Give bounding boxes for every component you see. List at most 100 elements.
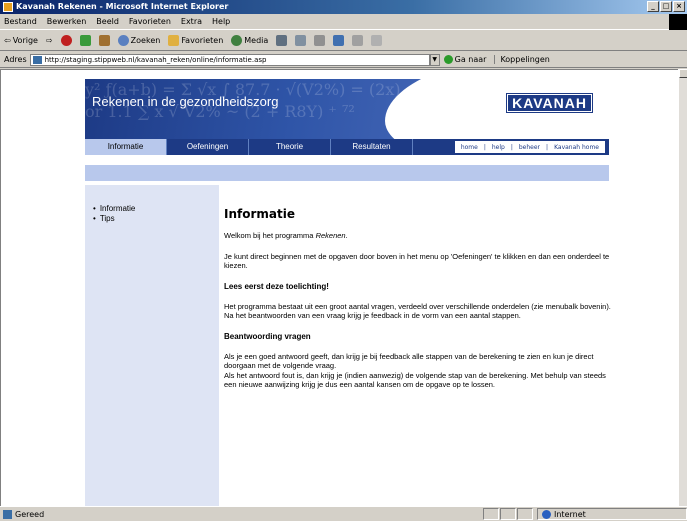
messenger-icon <box>371 35 383 46</box>
menu-beeld[interactable]: Beeld <box>96 17 119 26</box>
mail-icon <box>295 35 307 46</box>
link-beheer[interactable]: beheer <box>519 144 540 151</box>
edit-button[interactable] <box>333 35 345 46</box>
sidebar-item-tips[interactable]: Tips <box>93 214 219 224</box>
forward-arrow-icon: ⇨ <box>45 36 53 45</box>
ie-app-icon <box>3 2 13 12</box>
main-content: Informatie Welkom bij het programma Reke… <box>224 207 614 401</box>
edit-icon <box>333 35 345 46</box>
close-button[interactable]: × <box>673 1 685 12</box>
menu-extra[interactable]: Extra <box>181 17 202 26</box>
minimize-button[interactable]: _ <box>647 1 659 12</box>
status-panes <box>483 508 533 520</box>
menu-help[interactable]: Help <box>212 17 230 26</box>
favorites-button[interactable]: Favorieten <box>168 35 223 46</box>
media-label: Media <box>244 36 269 45</box>
address-dropdown-icon[interactable]: ▼ <box>429 53 440 66</box>
site-title: Rekenen in de gezondheidszorg <box>92 94 279 109</box>
vertical-scrollbar[interactable] <box>678 69 687 506</box>
page-title: Informatie <box>224 207 295 221</box>
link-help[interactable]: help <box>492 144 505 151</box>
page-icon <box>32 55 42 64</box>
favorites-label: Favorieten <box>181 36 224 45</box>
welcome-prefix: Welkom bij het programma <box>224 231 316 240</box>
beantwoording-text-1: Als je een goed antwoord geeft, dan krij… <box>224 351 594 371</box>
sidebar-item-informatie[interactable]: Informatie <box>93 204 219 214</box>
site-banner: y² ƒ(a+b) = Σ √x ∫ 87.7 · √(V2%) = (2x) o… <box>85 79 609 139</box>
print-icon <box>314 35 326 46</box>
window-titlebar: Kavanah Rekenen - Microsoft Internet Exp… <box>0 0 687 14</box>
kavanah-logo[interactable]: KAVANAH <box>506 93 593 113</box>
stop-icon <box>60 35 72 46</box>
home-icon <box>98 35 110 46</box>
link-home[interactable]: home <box>461 144 478 151</box>
menubar: Bestand Bewerken Beeld Favorieten Extra … <box>0 14 687 30</box>
page-viewport: y² ƒ(a+b) = Σ √x ∫ 87.7 · √(V2%) = (2x) o… <box>0 69 678 506</box>
search-button[interactable]: Zoeken <box>117 35 161 46</box>
go-label: Ga naar <box>454 55 487 64</box>
page-status-icon <box>3 509 12 519</box>
links-button[interactable]: Koppelingen <box>494 55 550 64</box>
menu-bewerken[interactable]: Bewerken <box>47 17 87 26</box>
window-title: Kavanah Rekenen - Microsoft Internet Exp… <box>16 2 229 11</box>
welcome-text: Welkom bij het programma Rekenen. <box>224 231 614 241</box>
menu-favorieten[interactable]: Favorieten <box>129 17 171 26</box>
menu-bestand[interactable]: Bestand <box>4 17 37 26</box>
go-button[interactable]: Ga naar <box>443 55 487 64</box>
toelichting-text: Het programma bestaat uit een groot aant… <box>224 301 611 321</box>
messenger-button[interactable] <box>371 35 383 46</box>
go-arrow-icon <box>443 55 453 64</box>
status-pane <box>483 508 499 520</box>
separator: | <box>483 143 486 151</box>
main-nav: Informatie Oefeningen Theorie Resultaten… <box>85 139 609 155</box>
tab-resultaten[interactable]: Resultaten <box>331 139 413 155</box>
scroll-up-button[interactable] <box>679 69 687 78</box>
address-url: http://staging.stippweb.nl/kavanah_reken… <box>44 55 267 64</box>
refresh-icon <box>79 35 91 46</box>
tab-informatie[interactable]: Informatie <box>85 139 167 155</box>
heading-toelichting: Lees eerst deze toelichting! <box>224 281 329 291</box>
heading-beantwoording: Beantwoording vragen <box>224 331 311 341</box>
address-label: Adres <box>4 55 27 64</box>
intro-text: Je kunt direct beginnen met de opgaven d… <box>224 251 610 271</box>
zone-label: Internet <box>554 509 586 519</box>
search-icon <box>117 35 129 46</box>
maximize-button[interactable]: □ <box>660 1 672 12</box>
history-button[interactable] <box>276 35 288 46</box>
sub-nav-band <box>85 165 609 181</box>
back-button[interactable]: ⇦ Vorige <box>4 36 38 45</box>
mail-button[interactable] <box>295 35 307 46</box>
back-label: Vorige <box>12 36 38 45</box>
address-input[interactable]: http://staging.stippweb.nl/kavanah_reken… <box>29 53 430 66</box>
sidebar: Informatie Tips <box>85 185 219 506</box>
security-zone: Internet <box>537 508 687 520</box>
back-arrow-icon: ⇦ <box>4 36 11 45</box>
home-button[interactable] <box>98 35 110 46</box>
forward-button[interactable]: ⇨ <box>46 36 53 45</box>
discuss-button[interactable] <box>352 35 364 46</box>
welcome-program-name: Rekenen <box>315 231 346 240</box>
history-icon <box>276 35 288 46</box>
search-label: Zoeken <box>130 36 161 45</box>
status-text: Gereed <box>15 509 45 519</box>
toolbar: ⇦ Vorige ⇨ Zoeken Favorieten Media <box>0 31 687 51</box>
addressbar: Adres http://staging.stippweb.nl/kavanah… <box>0 52 687 68</box>
media-button[interactable]: Media <box>231 35 268 46</box>
stop-button[interactable] <box>60 35 72 46</box>
refresh-button[interactable] <box>79 35 91 46</box>
tab-oefeningen[interactable]: Oefeningen <box>167 139 249 155</box>
link-kavanah-home[interactable]: Kavanah home <box>554 144 599 151</box>
beantwoording-text-2: Als het antwoord fout is, dan krijg je (… <box>224 370 606 390</box>
print-button[interactable] <box>314 35 326 46</box>
separator: | <box>510 143 513 151</box>
discuss-icon <box>352 35 364 46</box>
utility-links: home | help | beheer | Kavanah home <box>454 141 605 153</box>
welcome-suffix: . <box>345 231 348 240</box>
tab-theorie[interactable]: Theorie <box>249 139 331 155</box>
ie-throbber-icon <box>669 14 687 30</box>
separator: | <box>546 143 549 151</box>
status-pane <box>517 508 533 520</box>
status-left: Gereed <box>0 509 483 519</box>
statusbar: Gereed Internet <box>0 506 687 521</box>
status-pane <box>500 508 516 520</box>
